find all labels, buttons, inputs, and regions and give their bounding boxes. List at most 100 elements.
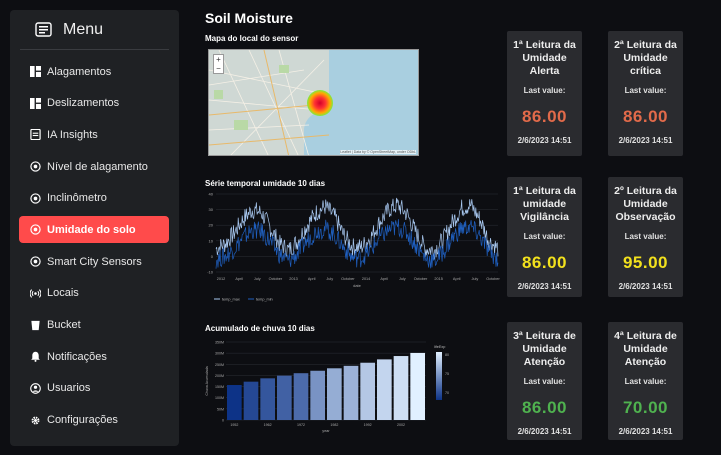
sidebar-item-smart-city-sensors[interactable]: Smart City Sensors — [19, 248, 169, 275]
sidebar-item-umidade-do-solo[interactable]: Umidade do solo — [19, 216, 169, 244]
page-title: Soil Moisture — [205, 10, 293, 26]
rain-bar — [293, 373, 309, 420]
sidebar-item-alagamentos[interactable]: Alagamentos — [19, 58, 169, 85]
x-tick-label: October — [269, 277, 283, 281]
map-zoom-control[interactable]: + − — [213, 54, 224, 74]
x-tick-label: 2002 — [397, 423, 405, 427]
sidebar-item-nivel-de-alagamento[interactable]: Nível de alagamento — [19, 153, 169, 180]
x-tick-label: 1952 — [230, 423, 238, 427]
gauge-icon — [29, 256, 41, 268]
y-tick-label: 250M — [215, 363, 224, 367]
y-tick-label: 20 — [209, 223, 214, 228]
rain-bar — [327, 368, 342, 420]
card-value: 86.00 — [521, 253, 568, 272]
sidebar-item-label: Inclinômetro — [47, 192, 107, 205]
rain-bar — [277, 375, 292, 420]
gauge-icon — [29, 224, 41, 236]
sidebar-item-usuarios[interactable]: Usuarios — [19, 375, 169, 402]
zoom-in-button[interactable]: + — [214, 55, 223, 64]
rain-bar — [393, 356, 409, 420]
rain-bar — [360, 362, 375, 420]
rain-bar-chart: 350M 300M 250M 200M 150M 100M 50M 0 Chuva Acumul… — [205, 341, 449, 434]
metric-card: 4ª Leitura de Umidade Atenção Last value:… — [608, 322, 683, 440]
x-tick-label: October — [414, 277, 428, 281]
card-date: 2/6/2023 14:51 — [618, 282, 673, 291]
sidebar: Menu Alagamentos Deslizamentos IA Insights… — [10, 10, 179, 446]
x-tick-label: April — [235, 277, 243, 281]
card-label: Last value: — [523, 232, 566, 241]
dashboard-icon — [29, 97, 41, 109]
sidebar-item-label: Usuarios — [47, 382, 91, 395]
sidebar-item-deslizamentos[interactable]: Deslizamentos — [19, 90, 169, 117]
sensor-map[interactable]: + − Leaflet | Data by © OpenStreetMap, u… — [208, 49, 419, 156]
card-date: 2/6/2023 14:51 — [618, 427, 673, 436]
card-label: Last value: — [624, 86, 667, 95]
card-title: 2ª Leitura da Umidade crítica — [614, 39, 677, 77]
user-icon — [29, 382, 41, 394]
rain-bar — [343, 365, 359, 420]
y-tick-label: 40 — [209, 192, 214, 197]
card-title: 3ª Leitura de Umidade Atenção — [513, 330, 576, 368]
card-label: Last value: — [523, 86, 566, 95]
legend-label: temp_max — [222, 298, 240, 302]
legend-label: temp_min — [256, 298, 273, 302]
sidebar-item-inclinometro[interactable]: Inclinômetro — [19, 185, 169, 212]
metric-card: 2ª Leitura da Umidade crítica Last value:… — [608, 31, 683, 156]
sidebar-item-label: Notificações — [47, 350, 107, 363]
rain-bar — [377, 359, 392, 420]
menu-header: Menu — [20, 10, 169, 50]
x-tick-label: 2013 — [289, 277, 297, 281]
y-tick-label: -10 — [207, 270, 214, 275]
card-date: 2/6/2023 14:51 — [517, 427, 572, 436]
x-tick-label: October — [486, 277, 500, 281]
metric-card: 1ª Leitura da Umidade Alerta Last value: 8… — [507, 31, 582, 156]
gear-icon — [29, 414, 41, 426]
map-title: Mapa do local do sensor — [205, 34, 299, 43]
gauge-icon — [29, 161, 41, 173]
zoom-out-button[interactable]: − — [214, 64, 223, 73]
y-tick-label: 300M — [215, 352, 224, 356]
rain-bar — [227, 385, 242, 420]
sidebar-item-bucket[interactable]: Bucket — [19, 312, 169, 339]
broadcast-icon — [29, 287, 41, 299]
card-date: 2/6/2023 14:51 — [517, 136, 572, 145]
bell-icon — [29, 351, 41, 363]
sidebar-item-locais[interactable]: Locais — [19, 280, 169, 307]
card-title: 2º Leitura da Umidade Observação — [614, 185, 677, 223]
colorbar-title: lifeExp — [434, 345, 445, 349]
menu-title: Menu — [63, 20, 104, 38]
x-tick-label: 1982 — [330, 423, 338, 427]
y-tick-label: 200M — [215, 374, 224, 378]
sidebar-item-label: Alagamentos — [47, 65, 112, 78]
card-title: 1ª Leitura da Umidade Alerta — [513, 39, 576, 77]
menu-icon — [35, 22, 52, 37]
card-date: 2/6/2023 14:51 — [618, 136, 673, 145]
x-tick-label: 1962 — [264, 423, 272, 427]
metric-card: 1ª Leitura da umidade Vigilância Last val… — [507, 177, 582, 297]
x-tick-label: 1972 — [297, 423, 305, 427]
y-tick-label: 10 — [209, 238, 214, 243]
sidebar-item-label: IA Insights — [47, 128, 98, 141]
card-value: 70.00 — [622, 398, 669, 417]
card-title: 4ª Leitura de Umidade Atenção — [614, 330, 677, 368]
sidebar-item-notificacoes[interactable]: Notificações — [19, 343, 169, 370]
colorbar-tick: 75 — [445, 372, 449, 376]
sidebar-item-label: Smart City Sensors — [47, 255, 142, 268]
y-tick-label: 50M — [217, 407, 224, 411]
sidebar-item-configuracoes[interactable]: Configurações — [19, 407, 169, 434]
card-label: Last value: — [624, 232, 667, 241]
sidebar-item-ia-insights[interactable]: IA Insights — [19, 121, 169, 148]
dashboard-icon — [29, 66, 41, 78]
y-tick-label: 150M — [215, 385, 224, 389]
x-tick-label: 1992 — [364, 423, 372, 427]
colorbar — [436, 352, 442, 400]
y-tick-label: 30 — [209, 207, 214, 212]
rain-bar — [243, 381, 259, 420]
x-tick-label: April — [380, 277, 388, 281]
x-tick-label: April — [308, 277, 316, 281]
x-tick-label: July — [399, 277, 406, 281]
metric-card: 2º Leitura da Umidade Observação Last val… — [608, 177, 683, 297]
card-value: 95.00 — [622, 253, 669, 272]
card-label: Last value: — [624, 377, 667, 386]
colorbar-tick: 70 — [445, 391, 449, 395]
